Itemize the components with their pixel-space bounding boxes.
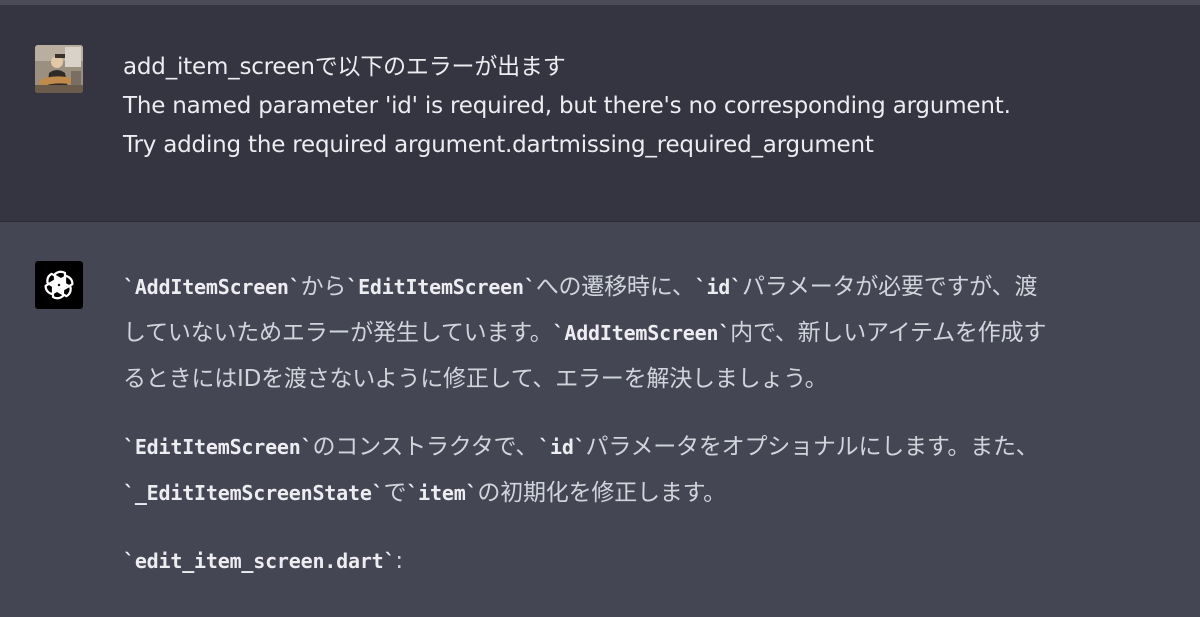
user-message-text: add_item_screenで以下のエラーが出ます The named par… [123,48,1173,165]
text-span: していないためエラーが発生しています。 [123,320,553,346]
inline-code: item [418,481,466,505]
text-span: で [383,480,407,506]
text-span: パラメータが必要ですが、渡 [742,274,1038,300]
user-message-line-2: The named parameter 'id' is required, bu… [123,93,1011,119]
user-avatar [35,45,83,93]
user-message-line-3: Try adding the required argument.dartmis… [123,132,874,158]
assistant-message: `AddItemScreen`から`EditItemScreen`への遷移時に、… [0,222,1200,617]
openai-logo-icon [44,270,74,300]
assistant-paragraph-2: `EditItemScreen`のコンストラクタで、`id`パラメータをオプショ… [123,434,1039,506]
inline-code: AddItemScreen [564,321,719,345]
inline-code: id [550,435,574,459]
text-span: るときにはIDを渡さないように修正して、エラーを解決しましょう。 [123,366,828,392]
assistant-paragraph-1: `AddItemScreen`から`EditItemScreen`への遷移時に、… [123,274,1047,392]
user-photo-icon [35,45,83,93]
text-span: のコンストラクタで、 [312,434,539,460]
text-span: : [395,548,403,574]
inline-code: EditItemScreen [358,275,524,299]
assistant-avatar [35,261,83,309]
assistant-message-text: `AddItemScreen`から`EditItemScreen`への遷移時に、… [123,264,1183,584]
inline-code: id [706,275,731,299]
inline-code: EditItemScreen [134,435,301,459]
text-span: 内で、新しいアイテムを作成す [730,320,1047,346]
chat-page: add_item_screenで以下のエラーが出ます The named par… [0,0,1200,617]
text-span: から [300,274,347,300]
inline-code: _EditItemScreenState [134,481,372,505]
assistant-paragraph-3: `edit_item_screen.dart`: [123,548,403,574]
inline-code: AddItemScreen [134,275,289,299]
user-message: add_item_screenで以下のエラーが出ます The named par… [0,5,1200,222]
user-message-line-1: add_item_screenで以下のエラーが出ます [123,54,566,80]
text-span: への遷移時に、 [535,274,695,300]
text-span: パラメータをオプショナルにします。また、 [585,434,1039,460]
text-span: の初期化を修正します。 [477,480,726,506]
inline-code: edit_item_screen.dart [134,549,384,573]
